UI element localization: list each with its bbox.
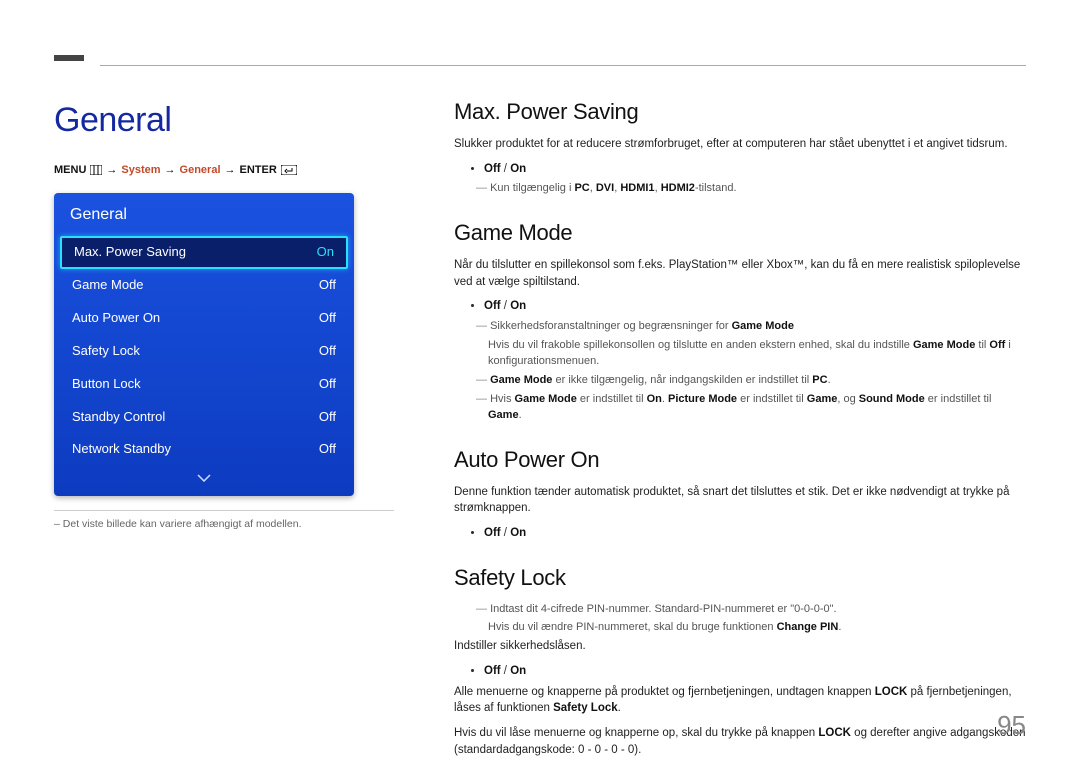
heading-safety-lock: Safety Lock: [454, 562, 1026, 594]
osd-value: Off: [319, 276, 336, 295]
enter-icon: [281, 163, 297, 179]
osd-value: Off: [319, 440, 336, 459]
osd-row-game-mode[interactable]: Game Mode Off: [54, 269, 354, 302]
p-lock-behavior: Alle menuerne og knapperne på produktet …: [454, 684, 1026, 717]
breadcrumb: MENU → System → General → ENTER: [54, 163, 394, 179]
option-off-on: Off / On: [484, 161, 1026, 178]
section-auto-power: Auto Power On Denne funktion tænder auto…: [454, 444, 1026, 542]
option-off-on: Off / On: [484, 298, 1026, 315]
model-footnote: Det viste billede kan variere afhængigt …: [54, 517, 394, 532]
section-safety-lock: Safety Lock Indtast dit 4-cifrede PIN-nu…: [454, 562, 1026, 759]
heading-auto-power: Auto Power On: [454, 444, 1026, 476]
arrow-icon: →: [165, 163, 176, 179]
osd-label: Auto Power On: [72, 309, 160, 328]
osd-row-auto-power[interactable]: Auto Power On Off: [54, 302, 354, 335]
breadcrumb-menu: MENU: [54, 163, 86, 179]
heading-max-power: Max. Power Saving: [454, 96, 1026, 128]
osd-title: General: [54, 193, 354, 236]
osd-label: Standby Control: [72, 408, 165, 427]
divider: [54, 510, 394, 511]
section-max-power: Max. Power Saving Slukker produktet for …: [454, 96, 1026, 197]
osd-row-max-power[interactable]: Max. Power Saving On: [60, 236, 348, 269]
osd-row-network-standby[interactable]: Network Standby Off: [54, 433, 354, 466]
osd-label: Button Lock: [72, 375, 141, 394]
osd-label: Safety Lock: [72, 342, 140, 361]
desc-game-mode: Når du tilslutter en spillekonsol som f.…: [454, 257, 1026, 290]
section-title: General: [54, 96, 394, 145]
osd-label: Network Standby: [72, 440, 171, 459]
osd-value: Off: [319, 408, 336, 427]
chapter-mark: [54, 55, 84, 61]
breadcrumb-enter: ENTER: [240, 163, 277, 179]
osd-label: Max. Power Saving: [74, 243, 186, 262]
desc-auto-power: Denne funktion tænder automatisk produkt…: [454, 484, 1026, 517]
menu-icon: [90, 163, 102, 179]
osd-panel: General Max. Power Saving On Game Mode O…: [54, 193, 354, 495]
desc-safety-lock: Indstiller sikkerhedslåsen.: [454, 638, 1026, 655]
note-mode-linked: Hvis Game Mode er indstillet til On. Pic…: [468, 392, 1026, 424]
breadcrumb-system: System: [121, 163, 160, 179]
note-pin: Indtast dit 4-cifrede PIN-nummer. Standa…: [468, 602, 1026, 618]
note-precautions-sub: Hvis du vil frakoble spillekonsollen og …: [468, 338, 1026, 370]
osd-row-button-lock[interactable]: Button Lock Off: [54, 368, 354, 401]
osd-row-standby[interactable]: Standby Control Off: [54, 401, 354, 434]
osd-value: Off: [319, 342, 336, 361]
osd-value: On: [317, 243, 334, 262]
option-off-on: Off / On: [484, 525, 1026, 542]
option-off-on: Off / On: [484, 663, 1026, 680]
note-pin-sub: Hvis du vil ændre PIN-nummeret, skal du …: [468, 620, 1026, 636]
note-availability: Kun tilgængelig i PC, DVI, HDMI1, HDMI2-…: [468, 181, 1026, 197]
note-precautions: Sikkerhedsforanstaltninger og begrænsnin…: [468, 319, 1026, 335]
chevron-down-icon[interactable]: [54, 466, 354, 495]
osd-row-safety-lock[interactable]: Safety Lock Off: [54, 335, 354, 368]
heading-game-mode: Game Mode: [454, 217, 1026, 249]
p-unlock: Hvis du vil låse menuerne og knapperne o…: [454, 725, 1026, 758]
osd-label: Game Mode: [72, 276, 144, 295]
arrow-icon: →: [106, 163, 117, 179]
top-rule: [100, 65, 1026, 66]
arrow-icon: →: [225, 163, 236, 179]
section-game-mode: Game Mode Når du tilslutter en spillekon…: [454, 217, 1026, 424]
page-number: 95: [997, 707, 1026, 745]
note-pc-unavailable: Game Mode er ikke tilgængelig, når indga…: [468, 373, 1026, 389]
breadcrumb-general: General: [180, 163, 221, 179]
osd-value: Off: [319, 309, 336, 328]
desc-max-power: Slukker produktet for at reducere strømf…: [454, 136, 1026, 153]
osd-value: Off: [319, 375, 336, 394]
